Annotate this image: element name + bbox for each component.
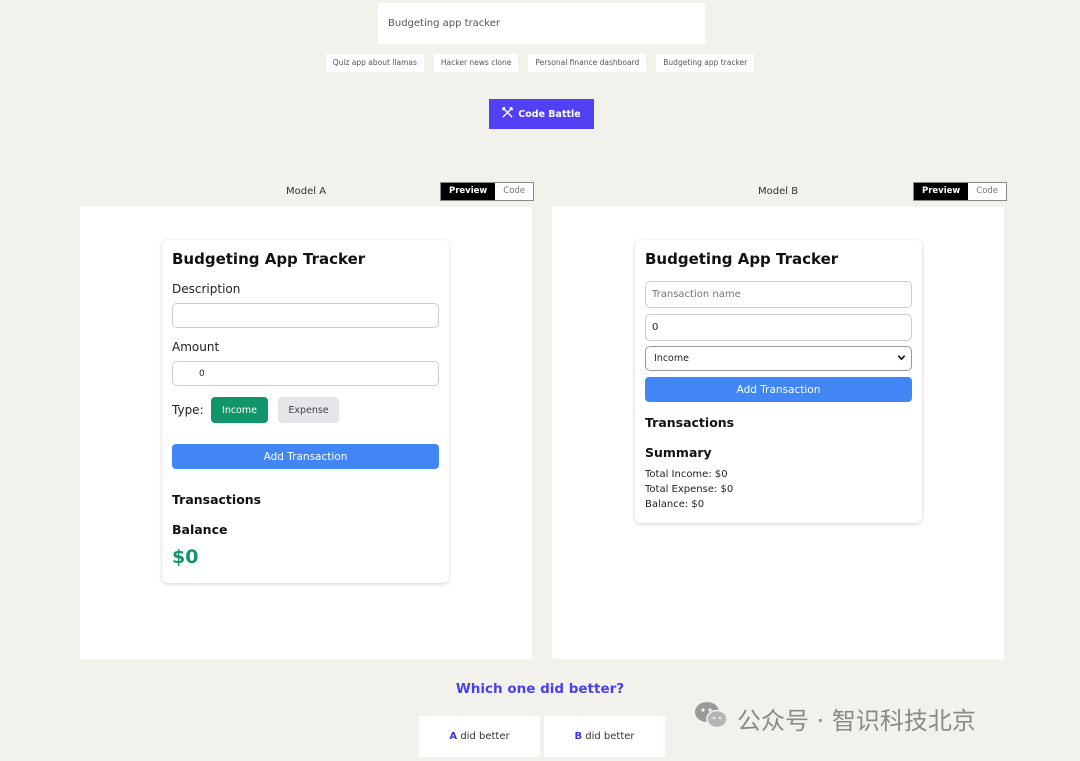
income-button[interactable]: Income [211, 397, 268, 423]
model-a-preview-tab[interactable]: Preview [441, 183, 496, 200]
code-battle-button[interactable]: Code Battle [489, 99, 594, 129]
balance-text: Balance: $0 [645, 499, 705, 510]
suggestion-chip-hacker-news[interactable]: Hacker news clone [433, 54, 519, 72]
model-a-app-card: Budgeting App Tracker Description Amount… [162, 240, 449, 583]
model-b-app-card: Budgeting App Tracker Income Add Transac… [635, 240, 922, 523]
crossed-swords-icon [502, 107, 514, 121]
vote-b-letter: B [574, 731, 583, 742]
balance-heading: Balance [172, 522, 228, 537]
description-label: Description [172, 282, 241, 296]
suggestion-chip-quiz-app[interactable]: Quiz app about llamas [325, 54, 424, 72]
model-a-view-toggle: Preview Code [440, 182, 535, 201]
model-b-view-toggle: Preview Code [913, 182, 1008, 201]
watermark: 公众号 · 智识科技北京 [693, 700, 976, 736]
balance-value: $0 [172, 546, 199, 568]
model-b-code-tab[interactable]: Code [968, 183, 1007, 200]
code-battle-label: Code Battle [518, 108, 581, 120]
model-a-app-title: Budgeting App Tracker [172, 250, 366, 268]
transaction-type-selected: Income [654, 353, 689, 364]
expense-button[interactable]: Expense [278, 397, 339, 423]
suggestion-chip-budgeting-app[interactable]: Budgeting app tracker [656, 54, 755, 72]
transaction-type-select[interactable]: Income [645, 346, 912, 371]
model-b-app-title: Budgeting App Tracker [645, 250, 839, 268]
transaction-name-input[interactable] [645, 281, 912, 308]
model-a-preview-panel: Budgeting App Tracker Description Amount… [80, 207, 532, 659]
model-b-preview-panel: Budgeting App Tracker Income Add Transac… [552, 207, 1004, 659]
amount-label: Amount [172, 340, 220, 354]
watermark-text: 公众号 · 智识科技北京 [737, 706, 976, 735]
suggestion-chip-finance-dashboard[interactable]: Personal finance dashboard [528, 54, 647, 72]
chevron-down-icon [897, 353, 906, 365]
model-a-label: Model A [286, 186, 327, 197]
model-a-code-tab[interactable]: Code [495, 183, 534, 200]
model-a-transactions-heading: Transactions [172, 492, 262, 507]
vote-question: Which one did better? [455, 681, 625, 697]
vote-b-suffix: did better [582, 731, 635, 742]
model-b-add-transaction-button[interactable]: Add Transaction [645, 377, 912, 402]
model-a-add-transaction-button[interactable]: Add Transaction [172, 444, 439, 469]
type-label: Type: [172, 403, 204, 417]
vote-a-button[interactable]: A did better [419, 716, 540, 757]
summary-heading: Summary [645, 445, 712, 460]
prompt-input[interactable] [378, 3, 705, 44]
suggestion-chips: Quiz app about llamas Hacker news clone … [0, 54, 1080, 72]
description-input[interactable] [172, 303, 439, 328]
amount-input[interactable] [172, 361, 439, 386]
vote-a-suffix: did better [457, 731, 510, 742]
vote-b-button[interactable]: B did better [544, 716, 665, 757]
total-expense-text: Total Expense: $0 [645, 484, 734, 495]
vote-a-letter: A [449, 731, 458, 742]
model-b-preview-tab[interactable]: Preview [914, 183, 969, 200]
transaction-amount-input[interactable] [645, 314, 912, 341]
wechat-icon [693, 700, 729, 736]
model-b-transactions-heading: Transactions [645, 415, 735, 430]
model-b-label: Model B [758, 186, 799, 197]
total-income-text: Total Income: $0 [645, 469, 728, 480]
